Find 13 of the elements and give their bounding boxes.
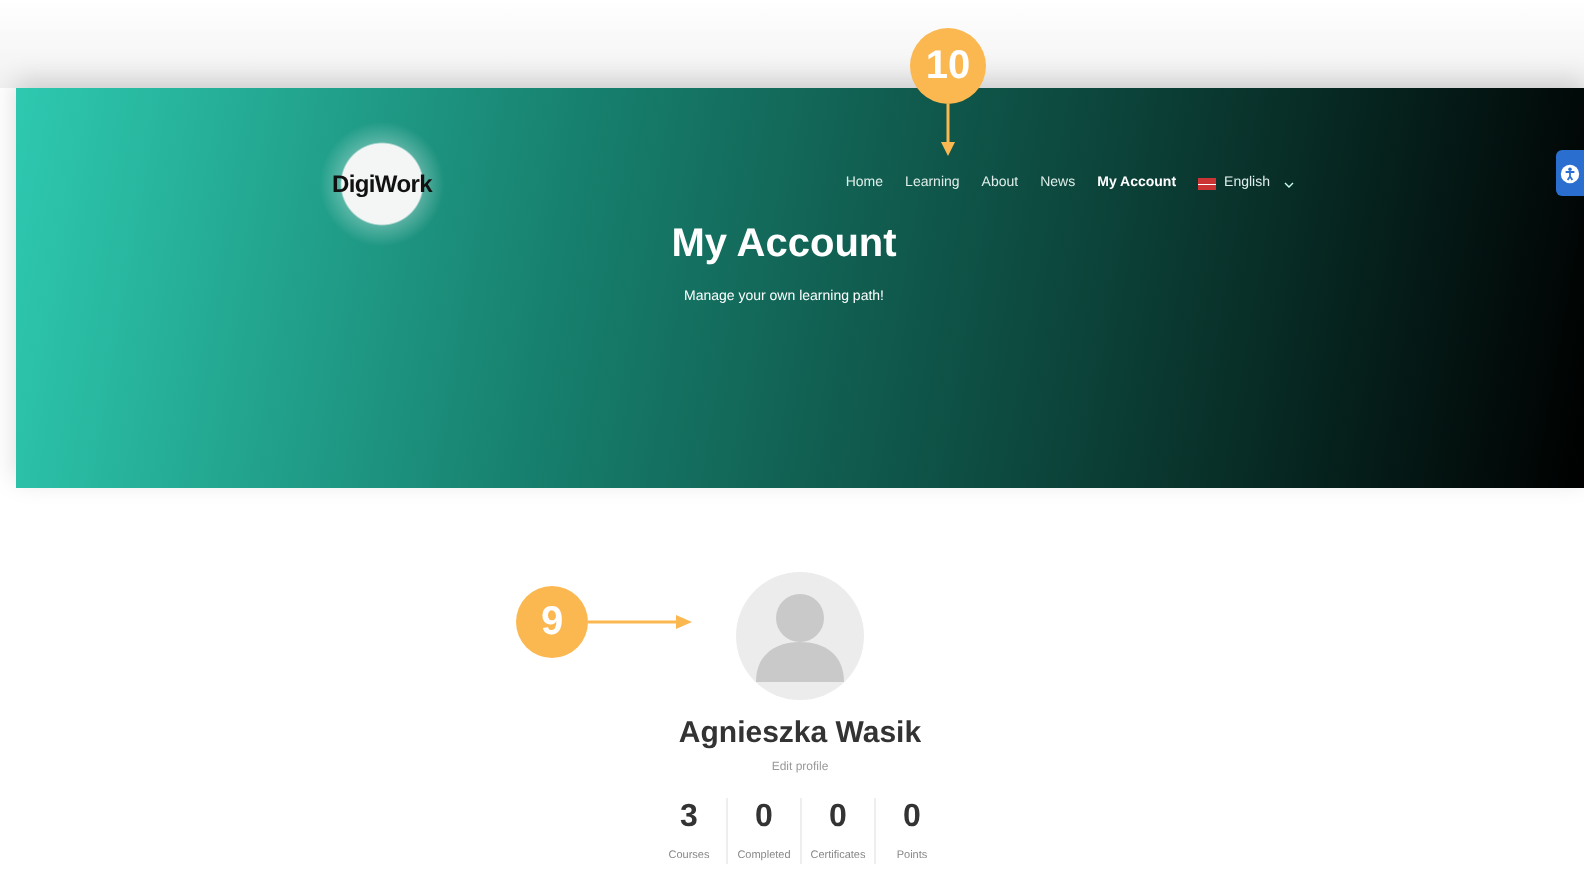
stat-value: 3: [678, 798, 700, 837]
flag-icon: [1198, 178, 1217, 190]
arrow-icon: [588, 614, 692, 630]
stat-value: 0: [901, 798, 923, 837]
page-title: My Account: [669, 220, 899, 268]
stat-value: 0: [753, 798, 775, 837]
arrow-icon: [940, 104, 956, 156]
accessibility-button[interactable]: [1556, 150, 1584, 196]
stat-value: 0: [827, 798, 849, 837]
profile-name: Agnieszka Wasik: [678, 716, 922, 752]
person-icon: [1560, 163, 1580, 183]
chevron-down-icon: [1284, 181, 1294, 187]
step-badge: 9: [516, 586, 588, 658]
